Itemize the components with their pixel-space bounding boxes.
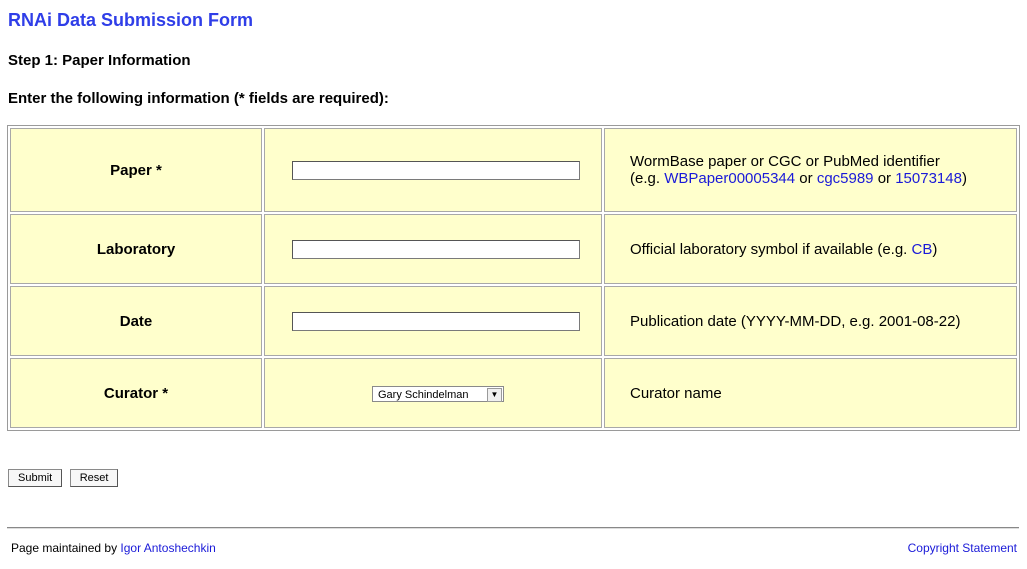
paper-desc-or2: or bbox=[873, 170, 896, 187]
example-link-wbpaper[interactable]: WBPaper00005344 bbox=[664, 170, 795, 187]
paper-desc-line1: WormBase paper or CGC or PubMed identifi… bbox=[630, 153, 940, 170]
footer-copyright: Copyright Statement bbox=[908, 541, 1017, 555]
page-title: RNAi Data Submission Form bbox=[8, 10, 254, 30]
maintainer-link[interactable]: Igor Antoshechkin bbox=[120, 541, 215, 555]
reset-button[interactable]: Reset bbox=[69, 469, 119, 487]
laboratory-label: Laboratory bbox=[10, 214, 262, 284]
paper-desc-or1: or bbox=[795, 170, 817, 187]
curator-row: Curator * Gary Schindelman ▼ Curator nam… bbox=[10, 358, 1017, 428]
paper-label: Paper * bbox=[10, 128, 262, 212]
laboratory-desc-suffix: ) bbox=[932, 240, 938, 258]
form-buttons: Submit Reset bbox=[8, 468, 121, 487]
paper-input[interactable] bbox=[291, 160, 580, 180]
example-link-cgc[interactable]: cgc5989 bbox=[817, 170, 874, 187]
paper-description: WormBase paper or CGC or PubMed identifi… bbox=[604, 128, 1017, 212]
date-description: Publication date (YYYY-MM-DD, e.g. 2001-… bbox=[604, 286, 1017, 356]
date-label: Date bbox=[10, 286, 262, 356]
curator-label: Curator * bbox=[10, 358, 262, 428]
paper-desc-suffix: ) bbox=[961, 170, 967, 187]
example-link-cb[interactable]: CB bbox=[912, 241, 933, 258]
paper-row: Paper * WormBase paper or CGC or PubMed … bbox=[10, 128, 1017, 212]
laboratory-input-cell bbox=[264, 214, 602, 284]
date-input[interactable] bbox=[291, 311, 580, 331]
curator-description: Curator name bbox=[604, 358, 1017, 428]
laboratory-input[interactable] bbox=[291, 239, 580, 259]
date-row: Date Publication date (YYYY-MM-DD, e.g. … bbox=[10, 286, 1017, 356]
curator-selected-value: Gary Schindelman bbox=[378, 388, 469, 401]
laboratory-description: Official laboratory symbol if available … bbox=[604, 214, 1017, 284]
instructions-text: Enter the following information (* field… bbox=[8, 90, 389, 107]
laboratory-desc: Official laboratory symbol if available … bbox=[630, 240, 912, 258]
footer-maintainer: Page maintained by Igor Antoshechkin bbox=[11, 541, 216, 555]
curator-select-cell: Gary Schindelman ▼ bbox=[264, 358, 602, 428]
maintained-by-text: Page maintained by bbox=[11, 541, 121, 555]
paper-info-table: Paper * WormBase paper or CGC or PubMed … bbox=[7, 125, 1020, 431]
date-input-cell bbox=[264, 286, 602, 356]
paper-desc-prefix: (e.g. bbox=[630, 170, 665, 187]
curator-select[interactable]: Gary Schindelman ▼ bbox=[372, 385, 504, 402]
copyright-link[interactable]: Copyright Statement bbox=[908, 541, 1017, 555]
chevron-down-icon[interactable]: ▼ bbox=[487, 387, 502, 402]
footer-divider bbox=[7, 527, 1019, 529]
submit-button[interactable]: Submit bbox=[8, 469, 63, 487]
example-link-pubmed[interactable]: 15073148 bbox=[895, 170, 962, 187]
page: RNAi Data Submission Form Step 1: Paper … bbox=[0, 0, 1027, 569]
paper-input-cell bbox=[264, 128, 602, 212]
step-heading: Step 1: Paper Information bbox=[8, 52, 191, 69]
laboratory-row: Laboratory Official laboratory symbol if… bbox=[10, 214, 1017, 284]
